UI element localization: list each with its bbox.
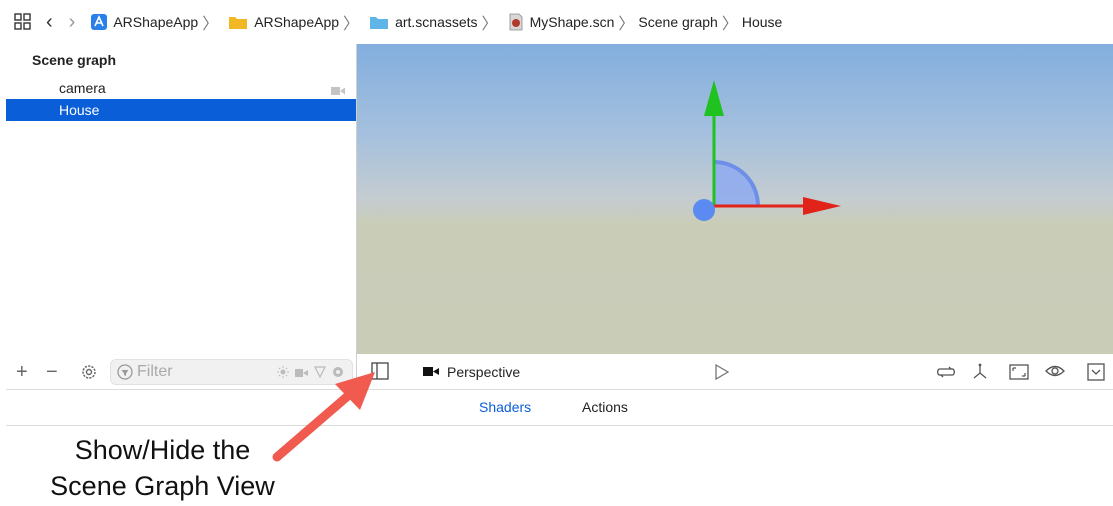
particle-filter-icon[interactable]: [314, 365, 326, 383]
camera-mode-selector[interactable]: Perspective: [447, 364, 520, 380]
back-chevron-icon[interactable]: ‹: [46, 11, 53, 34]
bottom-tabs: Shaders Actions: [357, 390, 1113, 425]
breadcrumb-item-house[interactable]: House: [742, 14, 782, 30]
scene-graph-bottom-bar: + −: [6, 355, 357, 389]
sidebar-toggle-icon[interactable]: [371, 362, 389, 380]
play-icon[interactable]: [714, 363, 730, 381]
scene-node-label: House: [59, 102, 100, 118]
origin-handle: [693, 199, 715, 221]
forward-chevron-icon[interactable]: ›: [69, 11, 76, 34]
tab-shaders[interactable]: Shaders: [479, 399, 531, 415]
folder-icon: [228, 14, 248, 30]
breadcrumb-item-project[interactable]: ARShapeApp: [91, 13, 198, 31]
tab-actions[interactable]: Actions: [582, 399, 628, 415]
breadcrumb-label: House: [741, 14, 783, 30]
filter-icon: [117, 364, 133, 380]
scnassets-folder-icon: [369, 14, 389, 30]
remove-node-button[interactable]: −: [46, 361, 58, 384]
scene-node-camera[interactable]: camera: [6, 77, 357, 99]
geometry-filter-icon[interactable]: [332, 365, 344, 383]
annotation-line: Show/Hide the: [74, 435, 251, 465]
scene-node-house[interactable]: House: [6, 99, 357, 121]
camera-mode-icon: [423, 366, 439, 377]
annotation-line: Scene Graph View: [50, 471, 275, 501]
loop-icon[interactable]: [935, 364, 957, 380]
related-items-grid-icon[interactable]: [14, 13, 32, 31]
add-node-button[interactable]: +: [16, 361, 28, 384]
breadcrumb-item-scene-graph[interactable]: Scene graph: [638, 14, 717, 30]
breadcrumb-separator: 〉: [202, 16, 219, 33]
frame-icon[interactable]: [1009, 363, 1029, 381]
eye-icon[interactable]: [1045, 363, 1065, 379]
filter-field[interactable]: [110, 359, 353, 385]
video-camera-icon: [331, 83, 345, 99]
filter-input[interactable]: [137, 363, 247, 381]
breadcrumb-item-scene-file[interactable]: MyShape.scn: [508, 13, 615, 31]
breadcrumb-separator: 〉: [618, 16, 635, 33]
breadcrumb-separator: 〉: [343, 16, 360, 33]
breadcrumb-label: art.scnassets: [395, 14, 478, 30]
annotation-text: Show/Hide the Scene Graph View: [30, 432, 295, 504]
breadcrumb-separator: 〉: [721, 16, 738, 33]
light-filter-icon[interactable]: [277, 365, 289, 383]
scene-graph-panel: Scene graph camera House: [6, 44, 357, 389]
breadcrumb-separator: 〉: [481, 16, 498, 33]
breadcrumb-label: ARShapeApp: [254, 14, 340, 30]
breadcrumb-label: ARShapeApp: [113, 14, 199, 30]
axes-icon[interactable]: [971, 363, 989, 381]
app-project-icon: [91, 13, 108, 31]
filter-options: [277, 365, 344, 383]
breadcrumb-label: MyShape.scn: [529, 14, 615, 30]
scene-viewport[interactable]: [357, 44, 1113, 354]
scene-graph-title: Scene graph: [32, 52, 117, 68]
tabs-divider: [6, 425, 1113, 426]
viewport-toolbar: Perspective: [357, 354, 1113, 390]
breadcrumb-item-group[interactable]: ARShapeApp: [228, 14, 339, 30]
camera-filter-icon[interactable]: [295, 365, 308, 383]
scene-file-icon: [508, 13, 524, 31]
breadcrumb-bar: ‹ › ARShapeApp 〉 ARShapeApp 〉 art.scnass…: [0, 0, 1113, 44]
gear-icon[interactable]: [80, 363, 98, 381]
breadcrumb-item-scnassets[interactable]: art.scnassets: [369, 14, 478, 30]
breadcrumb-label: Scene graph: [638, 14, 718, 30]
scene-node-label: camera: [59, 80, 106, 96]
menu-dropdown-icon[interactable]: [1087, 363, 1105, 381]
